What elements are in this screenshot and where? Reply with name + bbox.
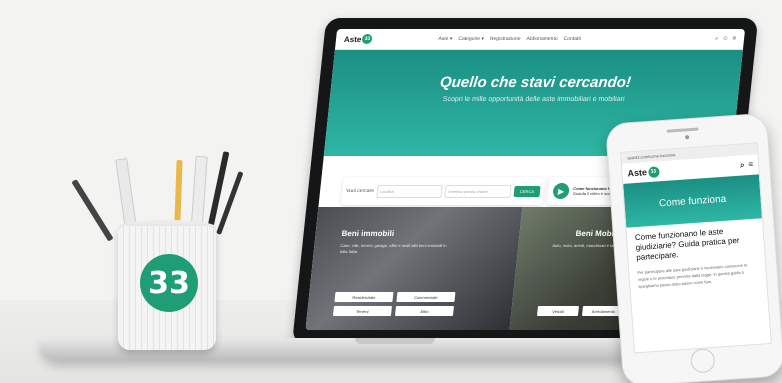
commerciale-button[interactable]: Commerciale bbox=[396, 292, 456, 302]
phone-speaker bbox=[666, 127, 699, 133]
phone-header-icons: ⌕ ≡ bbox=[740, 160, 754, 171]
search-button[interactable]: CERCA bbox=[513, 185, 541, 197]
search-icon[interactable]: ⌕ bbox=[715, 36, 719, 43]
hero-title: Quello che stavi cercando! bbox=[439, 74, 632, 91]
altro-button[interactable]: Altro bbox=[394, 306, 454, 316]
nav-links: Aste ▾ Categorie ▾ Registrazione Abbonam… bbox=[438, 36, 581, 42]
terreni-button[interactable]: Terreni bbox=[332, 306, 392, 316]
card-title: Beni immobili bbox=[341, 229, 395, 238]
nav-icons: ⌕ ☺ ≡ bbox=[715, 36, 737, 43]
smartphone: aste33.com/come-funziona Aste 33 ⌕ ≡ Com… bbox=[604, 112, 782, 383]
user-icon[interactable]: ☺ bbox=[722, 36, 729, 43]
home-button[interactable] bbox=[689, 347, 716, 374]
card-text: Case, ville, terreni, garage, uffici e m… bbox=[339, 243, 447, 254]
pencil bbox=[206, 151, 230, 235]
phone-screen: aste33.com/come-funziona Aste 33 ⌕ ≡ Com… bbox=[619, 142, 772, 354]
veicoli-button[interactable]: Veicoli bbox=[536, 306, 580, 316]
nav-link-categorie[interactable]: Categorie ▾ bbox=[458, 36, 484, 42]
card-beni-immobili[interactable]: Beni immobili Case, ville, terreni, gara… bbox=[305, 207, 523, 330]
laptop-notch bbox=[355, 338, 435, 344]
cup-logo-badge: 33 bbox=[140, 254, 198, 312]
search-label: Vuoi cercare bbox=[345, 188, 375, 194]
phone-camera bbox=[684, 135, 690, 140]
hamburger-menu-icon[interactable]: ≡ bbox=[748, 160, 753, 170]
keyword-input[interactable]: Inserisci parola chiave bbox=[444, 184, 512, 198]
phone-logo-text[interactable]: Aste bbox=[627, 167, 647, 178]
play-icon[interactable]: ▶ bbox=[552, 183, 570, 199]
logo-badge: 33 bbox=[361, 34, 373, 44]
menu-icon[interactable]: ≡ bbox=[732, 36, 736, 43]
site-navbar: Aste 33 Aste ▾ Categorie ▾ Registrazione… bbox=[334, 29, 746, 50]
residenziale-button[interactable]: Residenziale bbox=[334, 292, 394, 302]
nav-link-contatti[interactable]: Contatti bbox=[563, 36, 581, 42]
nav-link-aste[interactable]: Aste ▾ bbox=[438, 36, 453, 42]
nav-link-abbonamento[interactable]: Abbonamento bbox=[526, 36, 558, 42]
pencil bbox=[71, 179, 114, 242]
search-icon[interactable]: ⌕ bbox=[740, 160, 745, 170]
site-logo[interactable]: Aste 33 bbox=[344, 34, 373, 44]
hero-subtitle: Scopri le mille opportunità delle aste i… bbox=[442, 96, 625, 103]
product-mockup-scene: Aste 33 Aste ▾ Categorie ▾ Registrazione… bbox=[0, 0, 782, 383]
card-buttons: Residenziale Commerciale Terreni Altro bbox=[332, 292, 456, 316]
search-box: Vuoi cercare Località Inserisci parola c… bbox=[340, 177, 546, 205]
nav-link-registrazione[interactable]: Registrazione bbox=[490, 36, 521, 42]
location-input[interactable]: Località bbox=[376, 184, 444, 198]
logo-text: Aste bbox=[343, 34, 362, 44]
phone-logo-badge: 33 bbox=[647, 165, 660, 178]
